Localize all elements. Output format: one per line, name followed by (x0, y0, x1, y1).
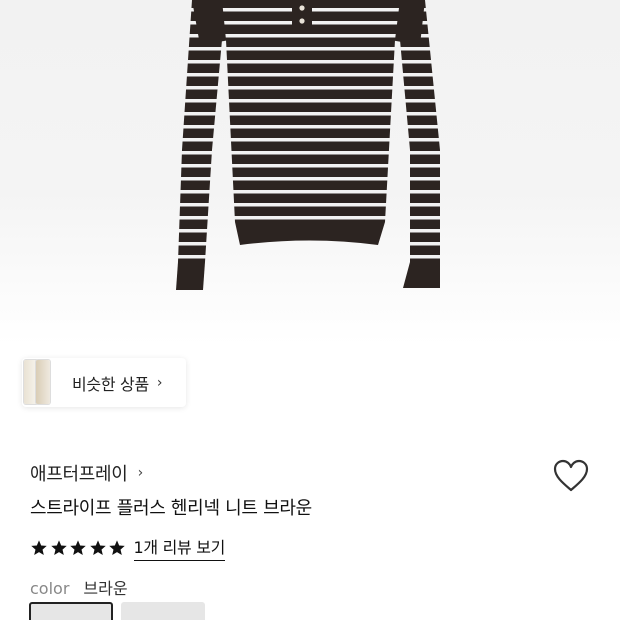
similar-products-button[interactable]: 비슷한 상품 › (22, 358, 186, 407)
rating-row: 1개 리뷰 보기 (30, 534, 225, 561)
product-title: 스트라이프 플러스 헨리넥 니트 브라운 (30, 498, 312, 519)
color-label: color (30, 579, 70, 598)
similar-thumbnails (24, 358, 54, 407)
chevron-right-icon: › (156, 374, 163, 391)
color-row: color 브라운 (30, 575, 128, 599)
wishlist-button[interactable] (552, 458, 590, 494)
star-rating (30, 539, 128, 557)
color-option-selected[interactable] (29, 602, 113, 620)
sweater-photo (176, 0, 440, 290)
review-link[interactable]: 1개 리뷰 보기 (133, 534, 225, 561)
similar-thumbnail (36, 360, 50, 404)
color-option[interactable] (121, 602, 205, 620)
heart-icon (553, 459, 589, 492)
product-image[interactable] (0, 0, 620, 345)
color-value: 브라운 (83, 579, 128, 598)
similar-products-label: 비슷한 상품 (72, 374, 149, 394)
brand-name: 애프터프레이 (30, 464, 128, 485)
chevron-right-icon: › (137, 465, 144, 481)
star-icon (50, 539, 67, 555)
star-icon (89, 539, 106, 555)
star-icon (70, 539, 86, 555)
star-icon (109, 539, 125, 555)
brand-link[interactable]: 애프터프레이 › (30, 460, 143, 486)
star-icon (31, 539, 47, 555)
